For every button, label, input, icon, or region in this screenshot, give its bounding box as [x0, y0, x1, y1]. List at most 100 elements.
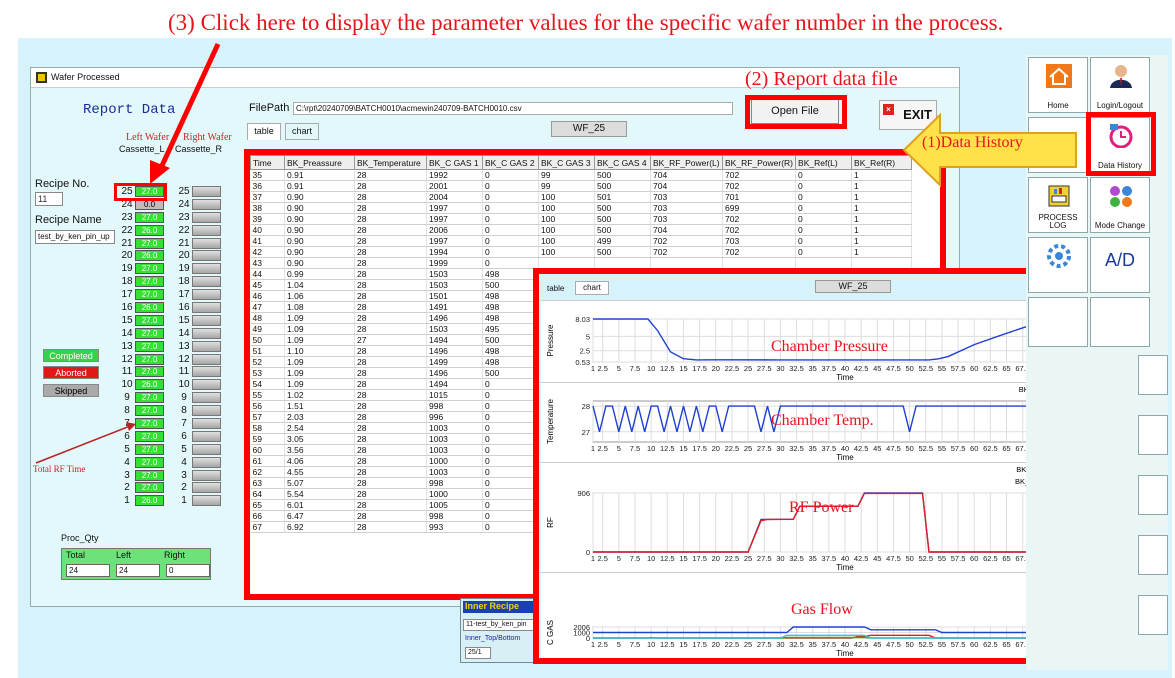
slot-button[interactable]: [192, 263, 221, 275]
side-button-4[interactable]: [1138, 535, 1168, 575]
tool-button-6[interactable]: [1028, 297, 1088, 347]
column-header[interactable]: BK_C GAS 3: [538, 155, 595, 170]
side-button-5[interactable]: [1138, 595, 1168, 635]
slot-button[interactable]: [192, 392, 221, 404]
mode-change-button[interactable]: Mode Change: [1090, 177, 1150, 233]
chart-tab-chart[interactable]: chart: [575, 281, 609, 295]
column-header[interactable]: BK_Preassure: [284, 155, 355, 170]
slot-button[interactable]: [192, 276, 221, 288]
slot-button[interactable]: [192, 430, 221, 442]
cassette-right-slot[interactable]: 23: [176, 211, 226, 224]
column-header[interactable]: BK_C GAS 4: [594, 155, 651, 170]
slot-rf-time[interactable]: 27.0: [135, 263, 164, 275]
slot-button[interactable]: [192, 250, 221, 262]
cassette-right-slot[interactable]: 24: [176, 198, 226, 211]
slot-rf-time[interactable]: 26.0: [135, 379, 164, 391]
column-header[interactable]: BK_RF_Power(L): [650, 155, 723, 170]
slot-button[interactable]: [192, 185, 221, 197]
cassette-right-slot[interactable]: 17: [176, 288, 226, 301]
slot-button[interactable]: [192, 482, 221, 494]
cassette-right-slot[interactable]: 5: [176, 443, 226, 456]
cassette-right-slot[interactable]: 9: [176, 391, 226, 404]
cassette-left-slot[interactable]: 12 27.0: [119, 353, 169, 366]
cassette-right-slot[interactable]: 25: [176, 185, 226, 198]
column-header[interactable]: BK_Temperature: [354, 155, 427, 170]
slot-rf-time[interactable]: 26.0: [135, 301, 164, 313]
cassette-left-slot[interactable]: 14 27.0: [119, 327, 169, 340]
cassette-right-slot[interactable]: 7: [176, 417, 226, 430]
cassette-right-slot[interactable]: 1: [176, 494, 226, 507]
cassette-left-slot[interactable]: 9 27.0: [119, 391, 169, 404]
cassette-left-slot[interactable]: 23 27.0: [119, 211, 169, 224]
cassette-right-slot[interactable]: 10: [176, 378, 226, 391]
cassette-right-slot[interactable]: 16: [176, 301, 226, 314]
cassette-right-slot[interactable]: 15: [176, 314, 226, 327]
settings-button[interactable]: [1028, 237, 1088, 293]
cassette-right-slot[interactable]: 8: [176, 404, 226, 417]
column-header[interactable]: BK_RF_Power(R): [721, 155, 797, 170]
column-header[interactable]: Time: [250, 155, 285, 170]
slot-button[interactable]: [192, 314, 221, 326]
cassette-left-slot[interactable]: 8 27.0: [119, 404, 169, 417]
slot-button[interactable]: [192, 224, 221, 236]
cassette-left-slot[interactable]: 19 27.0: [119, 262, 169, 275]
tool-button-7[interactable]: [1090, 297, 1150, 347]
cassette-left-slot[interactable]: 5 27.0: [119, 443, 169, 456]
cassette-right-slot[interactable]: 19: [176, 262, 226, 275]
side-button-1[interactable]: [1138, 355, 1168, 395]
login-button[interactable]: Login/Logout: [1090, 57, 1150, 113]
cassette-left-slot[interactable]: 4 27.0: [119, 456, 169, 469]
slot-button[interactable]: [192, 443, 221, 455]
slot-rf-time[interactable]: 27.0: [135, 366, 164, 378]
slot-button[interactable]: [192, 379, 221, 391]
slot-rf-time[interactable]: 26.0: [135, 495, 164, 507]
cassette-left-slot[interactable]: 22 26.0: [119, 224, 169, 237]
slot-button[interactable]: [192, 327, 221, 339]
cassette-right-slot[interactable]: 2: [176, 481, 226, 494]
cassette-right-slot[interactable]: 6: [176, 430, 226, 443]
slot-rf-time[interactable]: 27.0: [135, 417, 164, 429]
cassette-left-slot[interactable]: 7 27.0: [119, 417, 169, 430]
slot-rf-time[interactable]: 27.0: [135, 314, 164, 326]
cassette-left-slot[interactable]: 13 27.0: [119, 340, 169, 353]
slot-rf-time[interactable]: 26.0: [135, 250, 164, 262]
cassette-right-slot[interactable]: 3: [176, 469, 226, 482]
cassette-left-slot[interactable]: 1 26.0: [119, 494, 169, 507]
slot-rf-time[interactable]: 27.0: [135, 327, 164, 339]
home-button[interactable]: Home: [1028, 57, 1088, 113]
slot-rf-time[interactable]: 27.0: [135, 237, 164, 249]
cassette-left-slot[interactable]: 21 27.0: [119, 237, 169, 250]
slot-rf-time[interactable]: 27.0: [135, 456, 164, 468]
side-button-2[interactable]: [1138, 415, 1168, 455]
ad-button[interactable]: A/D: [1090, 237, 1150, 293]
column-header[interactable]: BK_C GAS 1: [426, 155, 483, 170]
slot-button[interactable]: [192, 469, 221, 481]
slot-button[interactable]: [192, 301, 221, 313]
slot-rf-time[interactable]: 27.0: [135, 469, 164, 481]
slot-rf-time[interactable]: 27.0: [135, 340, 164, 352]
cassette-left-slot[interactable]: 17 27.0: [119, 288, 169, 301]
cassette-left-slot[interactable]: 6 27.0: [119, 430, 169, 443]
slot-rf-time[interactable]: 27.0: [135, 405, 164, 417]
slot-rf-time[interactable]: 27.0: [135, 353, 164, 365]
side-button-3[interactable]: [1138, 475, 1168, 515]
cassette-right-slot[interactable]: 4: [176, 456, 226, 469]
slot-rf-time[interactable]: 27.0: [135, 430, 164, 442]
slot-button[interactable]: [192, 237, 221, 249]
slot-rf-time[interactable]: 27.0: [135, 276, 164, 288]
slot-rf-time[interactable]: 27.0: [135, 392, 164, 404]
filepath-field[interactable]: C:\rpt\20240709\BATCH0010\acmewin240709-…: [293, 102, 733, 115]
slot-button[interactable]: [192, 417, 221, 429]
slot-button[interactable]: [192, 456, 221, 468]
cassette-right-slot[interactable]: 22: [176, 224, 226, 237]
tab-table[interactable]: table: [247, 123, 281, 140]
slot-button[interactable]: [192, 495, 221, 507]
cassette-left-slot[interactable]: 15 27.0: [119, 314, 169, 327]
slot-rf-time[interactable]: 27.0: [135, 289, 164, 301]
cassette-right-slot[interactable]: 21: [176, 237, 226, 250]
slot-rf-time[interactable]: 27.0: [135, 482, 164, 494]
slot-rf-time[interactable]: 27.0: [135, 443, 164, 455]
cassette-right-slot[interactable]: 13: [176, 340, 226, 353]
chart-tab-table[interactable]: table: [547, 284, 564, 293]
cassette-left-slot[interactable]: 18 27.0: [119, 275, 169, 288]
